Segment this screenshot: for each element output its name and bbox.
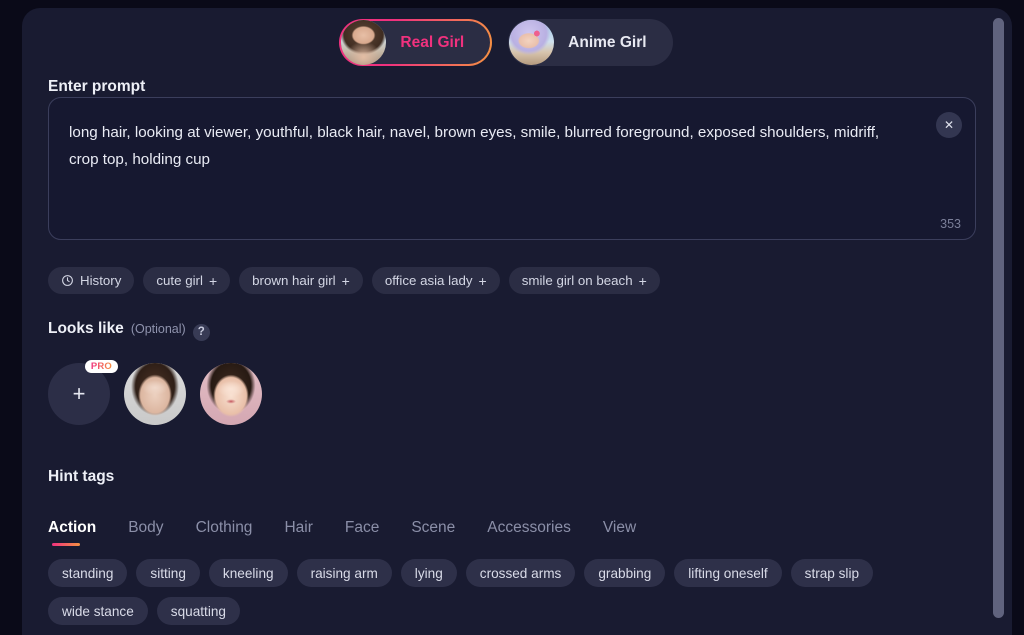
close-icon[interactable]: ✕ [936, 112, 962, 138]
hint-tags-label: Hint tags [48, 468, 115, 485]
scrollbar-thumb[interactable] [993, 18, 1004, 618]
prompt-input[interactable]: long hair, looking at viewer, youthful, … [69, 119, 909, 173]
anime-girl-thumbnail [509, 20, 555, 65]
plus-icon: + [341, 272, 350, 289]
suggestion-label: office asia lady [384, 273, 473, 288]
pro-badge: PRO [84, 360, 118, 373]
plus-icon: + [208, 272, 218, 289]
vertical-scrollbar[interactable] [993, 18, 1004, 635]
looks-like-optional: (Optional) [130, 322, 186, 336]
mode-tab-label: Real Girl [400, 33, 465, 51]
category-tab-clothing[interactable]: Clothing [196, 519, 253, 546]
category-tab-hair[interactable]: Hair [284, 519, 312, 546]
app-root: Real Girl Anime Girl Enter prompt long h… [0, 0, 1024, 635]
clock-icon [62, 275, 73, 286]
hint-tag-chip[interactable]: raising arm [296, 559, 392, 587]
hint-tag-chip[interactable]: sitting [136, 559, 200, 587]
history-button-label: History [80, 273, 122, 288]
category-tab-face[interactable]: Face [345, 519, 379, 546]
hint-tag-chip[interactable]: wide stance [48, 597, 148, 625]
suggestion-label: cute girl [156, 273, 203, 288]
looks-like-title: Looks like [48, 320, 124, 337]
hint-tag-chip[interactable]: crossed arms [465, 559, 576, 587]
hint-tag-chip[interactable]: standing [48, 559, 128, 587]
category-tab-action[interactable]: Action [48, 519, 96, 546]
hint-tag-chip[interactable]: squatting [156, 597, 240, 625]
hint-tag-chip[interactable]: strap slip [790, 559, 874, 587]
history-suggestion-row: History cute girl + brown hair girl + of… [48, 267, 660, 294]
category-tab-view[interactable]: View [603, 519, 636, 546]
hint-tag-chip[interactable]: kneeling [208, 559, 288, 587]
hint-tag-chip-row: standing sitting kneeling raising arm ly… [48, 559, 978, 625]
suggestion-chip-smile-girl-on-beach[interactable]: smile girl on beach + [508, 267, 660, 294]
mode-tab-label: Anime Girl [568, 33, 647, 51]
real-girl-thumbnail [341, 20, 387, 65]
history-button[interactable]: History [48, 267, 135, 294]
plus-icon: + [638, 272, 647, 289]
suggestion-label: smile girl on beach [521, 273, 633, 288]
face-option-1[interactable] [124, 363, 186, 425]
mode-tab-anime-girl[interactable]: Anime Girl [508, 19, 673, 66]
plus-icon: + [72, 381, 86, 406]
hint-tag-chip[interactable]: lifting oneself [674, 559, 782, 587]
add-face-button[interactable]: + PRO [48, 360, 118, 425]
enter-prompt-label: Enter prompt [48, 78, 146, 95]
suggestion-chip-cute-girl[interactable]: cute girl + [143, 267, 231, 294]
hint-tag-chip[interactable]: grabbing [584, 559, 666, 587]
prompt-input-container[interactable]: long hair, looking at viewer, youthful, … [48, 97, 976, 240]
hint-tag-category-tabs: Action Body Clothing Hair Face Scene Acc… [48, 519, 636, 546]
suggestion-chip-office-asia-lady[interactable]: office asia lady + [371, 267, 500, 294]
help-icon[interactable]: ? [192, 323, 210, 341]
category-tab-accessories[interactable]: Accessories [487, 519, 571, 546]
plus-icon: + [478, 272, 487, 289]
suggestion-label: brown hair girl [252, 273, 336, 288]
looks-like-label: Looks like (Optional) ? [48, 320, 210, 341]
category-tab-scene[interactable]: Scene [411, 519, 455, 546]
mode-tab-real-girl[interactable]: Real Girl [339, 19, 492, 66]
prompt-panel: Real Girl Anime Girl Enter prompt long h… [22, 8, 1012, 635]
face-option-2[interactable] [200, 363, 262, 425]
hint-tag-chip[interactable]: lying [400, 559, 457, 587]
character-counter: 353 [940, 217, 961, 231]
category-tab-body[interactable]: Body [128, 519, 163, 546]
suggestion-chip-brown-hair-girl[interactable]: brown hair girl + [239, 267, 363, 294]
looks-like-avatar-row: + PRO [48, 360, 262, 425]
mode-tab-group: Real Girl Anime Girl [22, 19, 990, 66]
